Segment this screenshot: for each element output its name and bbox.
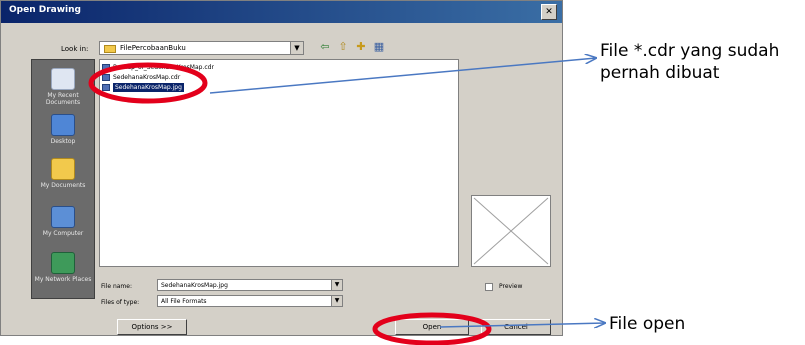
file-callout-text: File *.cdr yang sudah pernah dibuat [600,40,779,84]
cancel-button[interactable]: Cancel [481,319,551,335]
preview-pane [471,195,551,267]
files-of-type-select[interactable]: All File Formats ▼ [157,295,343,307]
look-in-value: FilePercobaanBuku [120,44,186,52]
recent-documents-icon [51,68,75,90]
chevron-down-icon: ▼ [331,296,342,306]
place-label: My Recent Documents [45,92,81,106]
place-my-documents[interactable]: My Documents [32,158,94,189]
new-folder-icon[interactable]: ✚ [353,39,369,55]
empty-preview-icon [473,197,549,265]
cdr-file-icon [102,64,110,71]
chevron-down-icon: ▼ [290,42,303,54]
place-my-computer[interactable]: My Computer [32,206,94,237]
my-documents-icon [51,158,75,180]
file-callout-line1: File *.cdr yang sudah [600,41,780,61]
file-list[interactable]: Backup_of_SedehanaKrosMap.cdr SedehanaKr… [99,59,459,267]
place-desktop[interactable]: Desktop [32,114,94,145]
up-folder-icon[interactable]: ⇧ [335,39,351,55]
cdr-file-icon [102,74,110,81]
file-name: SedehanaKrosMap.cdr [113,74,181,81]
preview-checkbox[interactable] [485,283,493,291]
open-drawing-dialog: Open Drawing ✕ Look in: FilePercobaanBuk… [0,0,563,336]
look-in-label: Look in: [61,45,89,53]
desktop-icon [51,114,75,136]
file-name-input[interactable]: SedehanaKrosMap.jpg ▼ [157,279,343,291]
views-menu-icon[interactable]: ▦ [371,39,387,55]
open-button[interactable]: Open [395,319,469,335]
title-bar: Open Drawing ✕ [1,1,562,23]
file-callout-line2: pernah dibuat [600,63,720,83]
open-callout-text: File open [609,314,686,334]
places-bar: My Recent Documents Desktop My Documents… [31,59,95,299]
place-network[interactable]: My Network Places [32,252,94,283]
look-in-dropdown[interactable]: FilePercobaanBuku ▼ [99,41,304,55]
back-icon[interactable]: ⇦ [317,39,333,55]
my-computer-icon [51,206,75,228]
jpg-file-icon [102,84,110,91]
files-of-type-label: Files of type: [101,299,140,306]
file-name: Backup_of_SedehanaKrosMap.cdr [113,64,214,71]
files-of-type-value: All File Formats [161,298,207,305]
close-button[interactable]: ✕ [541,4,557,20]
dialog-title: Open Drawing [9,5,81,15]
file-name-value: SedehanaKrosMap.jpg [161,282,228,289]
preview-label: Preview [499,283,523,290]
chevron-down-icon: ▼ [331,280,342,290]
place-label: My Documents [40,182,86,189]
place-label: My Network Places [34,276,92,283]
folder-icon [104,45,116,53]
file-name-label: File name: [101,283,132,290]
place-recent-documents[interactable]: My Recent Documents [32,68,94,106]
network-places-icon [51,252,75,274]
file-name: SedehanaKrosMap.jpg [113,83,184,92]
place-label: Desktop [50,138,76,145]
options-button[interactable]: Options >> [117,319,187,335]
place-label: My Computer [42,230,84,237]
